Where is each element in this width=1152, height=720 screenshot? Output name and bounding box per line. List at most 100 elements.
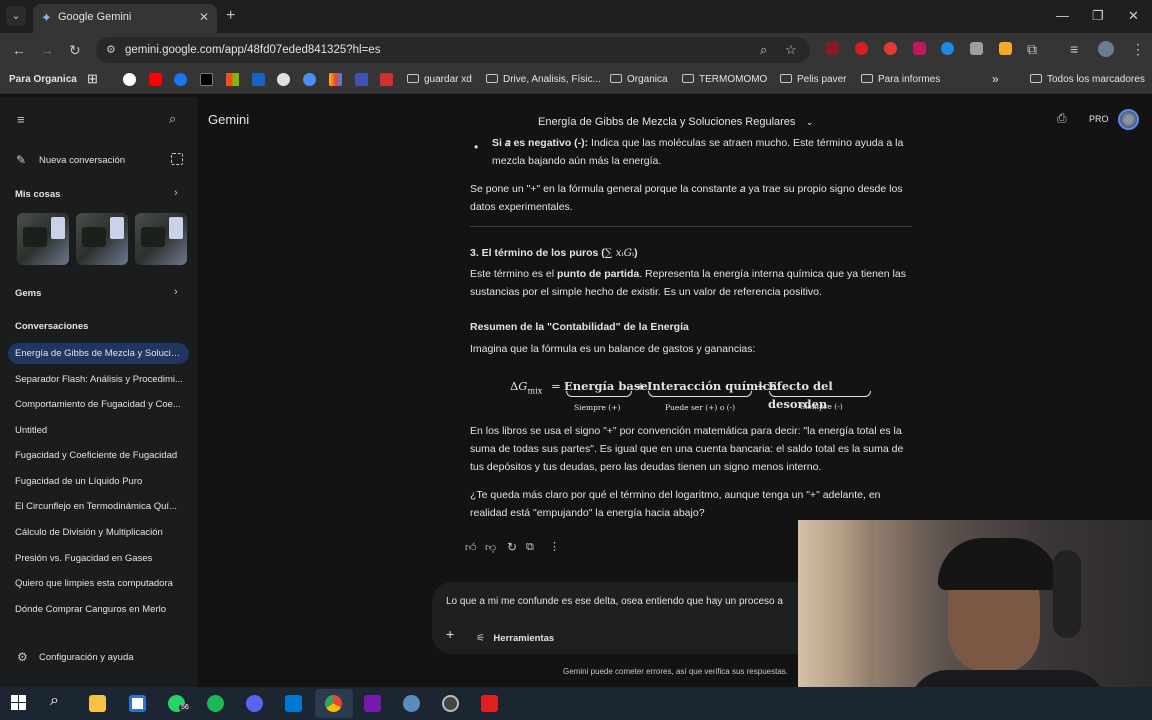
- browser-tab[interactable]: ✦ Google Gemini ✕: [33, 4, 217, 33]
- a-bookmark-icon[interactable]: [380, 73, 393, 86]
- gems-header[interactable]: Gems: [15, 288, 41, 299]
- back-icon[interactable]: ←: [12, 42, 26, 58]
- share-icon[interactable]: ⎙: [1057, 111, 1067, 126]
- conversation-item[interactable]: Fugacidad de un Líquido Puro: [15, 476, 183, 487]
- openai-bookmark-icon[interactable]: [277, 73, 290, 86]
- eq-plus: +: [756, 379, 766, 393]
- ing-bookmark-icon[interactable]: [355, 73, 368, 86]
- gemini-bookmark-icon[interactable]: [303, 73, 316, 86]
- temporary-chat-icon[interactable]: [171, 153, 183, 165]
- conversation-item[interactable]: Presión vs. Fugacidad en Gases: [15, 553, 183, 564]
- new-tab-icon[interactable]: +: [226, 7, 235, 25]
- my-stuff-thumbnail[interactable]: [76, 213, 128, 265]
- my-stuff-thumbnail[interactable]: [135, 213, 187, 265]
- gemini-favicon-icon: ✦: [41, 10, 52, 25]
- site-info-icon[interactable]: ⚙: [106, 43, 116, 56]
- headphones: [1053, 550, 1081, 638]
- docs-bookmark-icon[interactable]: [252, 73, 265, 86]
- chrome-menu-icon[interactable]: ⋮: [1131, 41, 1145, 58]
- extension-icon[interactable]: [913, 42, 926, 55]
- bookmark-star-icon[interactable]: ☆: [785, 42, 797, 58]
- onenote-icon[interactable]: [364, 695, 381, 712]
- chat-title-dropdown[interactable]: Energía de Gibbs de Mezcla y Soluciones …: [538, 112, 813, 130]
- extension-icon[interactable]: [826, 42, 839, 55]
- reload-icon[interactable]: ↻: [69, 42, 81, 59]
- extension-icon[interactable]: [941, 42, 954, 55]
- extension-icon[interactable]: [884, 42, 897, 55]
- extensions-puzzle-icon[interactable]: ⧉: [1027, 41, 1037, 58]
- obs-icon[interactable]: [442, 695, 459, 712]
- file-explorer-icon[interactable]: [89, 695, 106, 712]
- bookmark-folder[interactable]: Drive, Analisis, Físic...: [486, 74, 601, 85]
- forward-icon[interactable]: →: [40, 42, 54, 58]
- app-name[interactable]: Gemini: [208, 112, 249, 127]
- chevron-right-icon[interactable]: ›: [174, 286, 178, 298]
- thumbs-down-icon[interactable]: 👎︎: [485, 539, 496, 557]
- vscode-icon[interactable]: [285, 695, 302, 712]
- photos-bookmark-icon[interactable]: [329, 73, 342, 86]
- conversation-item[interactable]: Energía de Gibbs de Mezcla y Solucio...: [15, 348, 183, 359]
- profile-label[interactable]: Para Organica: [9, 74, 77, 85]
- acrobat-icon[interactable]: [481, 695, 498, 712]
- paragraph: Imagina que la fórmula es un balance de …: [470, 343, 756, 355]
- copy-icon[interactable]: ⧉: [526, 538, 534, 556]
- bookmark-folder[interactable]: Para informes: [861, 74, 940, 85]
- extension-icon[interactable]: [999, 42, 1012, 55]
- bookmark-folder[interactable]: TERMOMOMO: [682, 74, 767, 85]
- conversation-item[interactable]: Dónde Comprar Canguros en Merlo: [15, 604, 183, 615]
- media-control-icon[interactable]: ≡: [1070, 41, 1078, 57]
- conversation-item[interactable]: Fugacidad y Coeficiente de Fugacidad: [15, 450, 183, 461]
- conversation-item[interactable]: Cálculo de División y Multiplicación: [15, 527, 183, 538]
- apps-grid-icon[interactable]: ⊞: [87, 71, 98, 87]
- microsoft-bookmark-icon[interactable]: [226, 73, 239, 86]
- chevron-right-icon[interactable]: ›: [174, 187, 178, 199]
- all-bookmarks-folder[interactable]: Todos los marcadores: [1030, 74, 1145, 85]
- bookmark-folder[interactable]: Pelis paver: [780, 74, 846, 85]
- address-bar[interactable]: ⚙ gemini.google.com/app/48fd07eded841325…: [96, 37, 810, 63]
- my-stuff-header[interactable]: Mis cosas: [15, 189, 60, 200]
- conversation-item[interactable]: Untitled: [15, 425, 183, 436]
- search-icon[interactable]: ⌕: [50, 692, 59, 710]
- windows-start-icon[interactable]: [11, 695, 26, 710]
- tools-label: Herramientas: [493, 633, 555, 644]
- restore-icon[interactable]: ❐: [1092, 8, 1104, 24]
- tools-button[interactable]: ⚟ Herramientas: [476, 628, 554, 646]
- more-bookmarks-icon[interactable]: »: [992, 72, 999, 86]
- new-chat-button[interactable]: ✎ Nueva conversación: [15, 152, 190, 170]
- new-chat-label: Nueva conversación: [39, 155, 126, 166]
- minimize-icon[interactable]: —: [1056, 8, 1069, 23]
- x-bookmark-icon[interactable]: [200, 73, 213, 86]
- my-stuff-thumbnail[interactable]: [17, 213, 69, 265]
- discord-icon[interactable]: [246, 695, 263, 712]
- more-options-icon[interactable]: ⋮: [549, 538, 560, 556]
- profile-avatar[interactable]: [1098, 41, 1114, 57]
- close-icon[interactable]: ✕: [1128, 8, 1139, 24]
- youtube-bookmark-icon[interactable]: [149, 73, 162, 86]
- tab-close-icon[interactable]: ✕: [199, 10, 209, 24]
- extension-icon[interactable]: [855, 42, 868, 55]
- facebook-bookmark-icon[interactable]: [174, 73, 187, 86]
- spotify-icon[interactable]: [207, 695, 224, 712]
- search-icon[interactable]: ⌕: [169, 111, 176, 127]
- thumbs-up-icon[interactable]: 👍︎: [465, 539, 477, 557]
- account-avatar[interactable]: [1118, 109, 1139, 130]
- conversation-item[interactable]: Quiero que limpies esta computadora: [15, 578, 183, 589]
- add-attachment-icon[interactable]: +: [446, 626, 454, 642]
- zoom-icon[interactable]: ⌕: [760, 42, 767, 58]
- menu-icon[interactable]: ≡: [17, 112, 25, 127]
- bookmark-folder[interactable]: Organica: [610, 74, 668, 85]
- google-bookmark-icon[interactable]: [123, 73, 136, 86]
- app-icon[interactable]: [403, 695, 420, 712]
- conversation-item[interactable]: Separador Flash: Análisis y Procedimi...: [15, 374, 183, 385]
- regenerate-icon[interactable]: ↻: [507, 538, 517, 556]
- eq-lhs: Δ𝐺mix: [510, 377, 542, 400]
- chrome-icon[interactable]: [325, 695, 342, 712]
- conversation-item[interactable]: El Circunflejo en Termodinámica Quí...: [15, 501, 183, 512]
- bookmark-folder[interactable]: guardar xd: [407, 74, 472, 85]
- tab-search-icon[interactable]: ⌄: [6, 6, 26, 26]
- extension-icon[interactable]: [970, 42, 983, 55]
- settings-button[interactable]: ⚙ Configuración y ayuda: [17, 650, 187, 668]
- store-icon[interactable]: [129, 695, 146, 712]
- conversation-item[interactable]: Comportamiento de Fugacidad y Coe...: [15, 399, 183, 410]
- folder-icon: [407, 74, 419, 83]
